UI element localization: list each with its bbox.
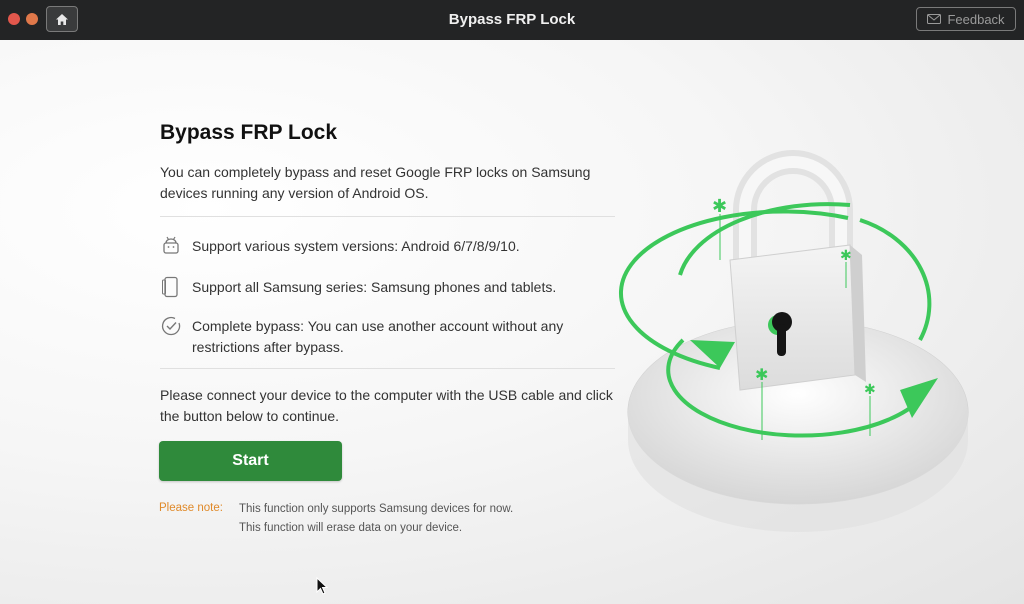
page-description: You can completely bypass and reset Goog… [160, 164, 591, 201]
start-button[interactable]: Start [159, 441, 342, 481]
feedback-label: Feedback [947, 11, 1005, 27]
page-title: Bypass FRP Lock [160, 121, 338, 144]
window-title: Bypass FRP Lock [448, 11, 576, 28]
feature-item-bypass: Complete bypass: You can use another acc… [160, 316, 620, 358]
phone-icon [162, 276, 178, 298]
app-window: Bypass FRP Lock Feedback Bypass FRP Lock… [0, 0, 1024, 604]
feature-text: Support all Samsung series: Samsung phon… [192, 279, 557, 295]
feature-text: Complete bypass: You can use another acc… [192, 318, 564, 355]
padlock-illustration: ✱ ✱ ✱ ✱ [618, 150, 969, 532]
note-label: Please note: [159, 502, 223, 514]
feature-text: Support various system versions: Android… [192, 238, 520, 254]
svg-text:✱: ✱ [864, 382, 876, 398]
divider [160, 216, 615, 217]
checkmark-circle-icon [161, 316, 181, 336]
mouse-cursor-icon [316, 577, 329, 595]
feature-item-series: Support all Samsung series: Samsung phon… [160, 276, 620, 298]
android-icon [163, 236, 179, 254]
feature-item-versions: Support various system versions: Android… [160, 236, 620, 257]
svg-text:✱: ✱ [712, 196, 727, 217]
svg-text:✱: ✱ [840, 248, 852, 264]
mail-icon [927, 14, 942, 24]
divider [160, 368, 615, 369]
instruction-text: Please connect your device to the comput… [160, 387, 613, 424]
note-text: This function only supports Samsung devi… [239, 500, 513, 538]
svg-text:✱: ✱ [755, 365, 768, 384]
title-bar: Bypass FRP Lock Feedback [0, 0, 1024, 40]
note-line: This function will erase data on your de… [239, 522, 463, 534]
note-line: This function only supports Samsung devi… [239, 503, 514, 515]
main-content: Bypass FRP Lock You can completely bypas… [0, 40, 1024, 604]
feedback-button[interactable]: Feedback [916, 7, 1016, 31]
